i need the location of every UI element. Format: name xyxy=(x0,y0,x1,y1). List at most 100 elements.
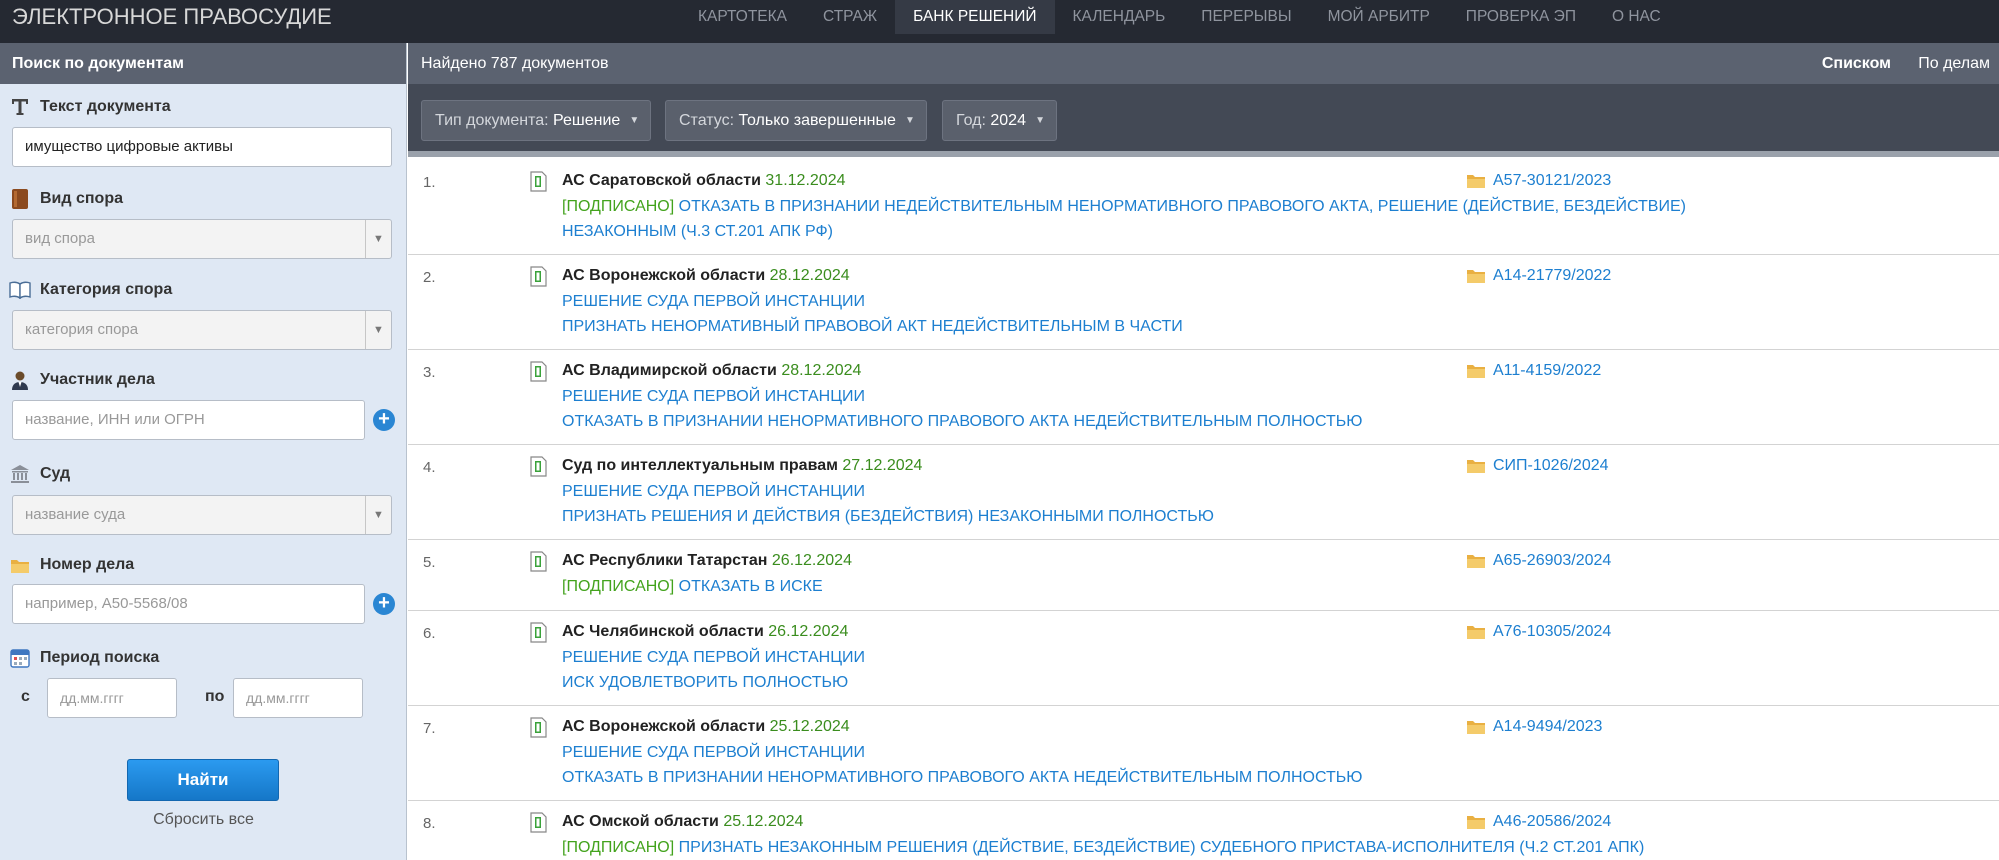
document-icon[interactable] xyxy=(530,361,547,382)
dispute-type-select[interactable]: вид спора ▼ xyxy=(12,219,392,259)
view-by-cases-toggle[interactable]: По делам xyxy=(1918,43,1990,84)
decision-line-1: ОТКАЗАТЬ В ИСКЕ xyxy=(678,578,823,595)
year-label: Год: xyxy=(956,112,986,129)
year-filter[interactable]: Год: 2024 ▼ xyxy=(942,100,1057,141)
court-name[interactable]: АС Республики Татарстан 26.12.2024 xyxy=(562,552,852,570)
case-number-link[interactable]: А65-26903/2024 xyxy=(1493,552,1611,570)
signed-badge: [ПОДПИСАНО] xyxy=(562,198,675,215)
participant-input[interactable]: название, ИНН или ОГРН xyxy=(12,400,365,440)
document-icon[interactable] xyxy=(530,717,547,738)
decision-line-2[interactable]: ОТКАЗАТЬ В ПРИЗНАНИИ НЕНОРМАТИВНОГО ПРАВ… xyxy=(562,413,1362,431)
results-panel: Найдено 787 документов Списком По делам … xyxy=(408,43,1999,860)
decision-line-2[interactable]: ПРИЗНАТЬ РЕШЕНИЯ И ДЕЙСТВИЯ (БЕЗДЕЙСТВИЯ… xyxy=(562,508,1214,526)
decision-title-link[interactable]: РЕШЕНИЕ СУДА ПЕРВОЙ ИНСТАНЦИИ xyxy=(562,744,865,762)
nav-item-strazh[interactable]: СТРАЖ xyxy=(805,0,895,34)
chevron-down-icon[interactable]: ▼ xyxy=(365,311,391,349)
court-select[interactable]: название суда ▼ xyxy=(12,495,392,535)
case-number-link[interactable]: А76-10305/2024 xyxy=(1493,623,1611,641)
decision-title-link[interactable]: РЕШЕНИЕ СУДА ПЕРВОЙ ИНСТАНЦИИ xyxy=(562,388,865,406)
court-name-text: АС Саратовской области xyxy=(562,172,761,189)
chevron-down-icon[interactable]: ▼ xyxy=(365,220,391,258)
result-number: 7. xyxy=(423,720,436,737)
decision-line-1: РЕШЕНИЕ СУДА ПЕРВОЙ ИНСТАНЦИИ xyxy=(562,744,866,761)
decision-line-1: РЕШЕНИЕ СУДА ПЕРВОЙ ИНСТАНЦИИ xyxy=(562,483,866,500)
add-case-plus-icon[interactable]: + xyxy=(373,593,395,615)
court-name[interactable]: АС Воронежской области 28.12.2024 xyxy=(562,267,850,285)
decision-line-1: РЕШЕНИЕ СУДА ПЕРВОЙ ИНСТАНЦИИ xyxy=(562,649,866,666)
category-select[interactable]: категория спора ▼ xyxy=(12,310,392,350)
date-from-input[interactable]: дд.мм.гггг xyxy=(47,678,177,718)
result-number: 2. xyxy=(423,269,436,286)
nav-item-about[interactable]: О НАС xyxy=(1594,0,1679,34)
case-number-link[interactable]: А46-20586/2024 xyxy=(1493,813,1611,831)
category-label: Категория спора xyxy=(40,281,173,298)
date-to-label: по xyxy=(205,688,225,705)
decision-line-1: РЕШЕНИЕ СУДА ПЕРВОЙ ИНСТАНЦИИ xyxy=(562,388,866,405)
chevron-down-icon[interactable]: ▼ xyxy=(365,496,391,534)
decision-line-2[interactable]: ПРИЗНАТЬ НЕНОРМАТИВНЫЙ ПРАВОВОЙ АКТ НЕДЕ… xyxy=(562,318,1183,336)
decision-title-link[interactable]: [ПОДПИСАНО] ОТКАЗАТЬ В ИСКЕ xyxy=(562,578,823,596)
document-icon[interactable] xyxy=(530,812,547,833)
court-name-text: АС Республики Татарстан xyxy=(562,552,768,569)
find-button[interactable]: Найти xyxy=(127,759,279,801)
status-filter[interactable]: Статус: Только завершенные ▼ xyxy=(665,100,927,141)
doc-type-filter[interactable]: Тип документа: Решение ▼ xyxy=(421,100,652,141)
text-label: Текст документа xyxy=(40,98,171,115)
add-participant-plus-icon[interactable]: + xyxy=(373,409,395,431)
nav-item-bank-resheniy[interactable]: БАНК РЕШЕНИЙ xyxy=(895,0,1055,34)
document-icon[interactable] xyxy=(530,266,547,287)
participant-label-row: Участник дела xyxy=(9,369,155,391)
result-row: 7. АС Воронежской области 25.12.2024 РЕШЕН… xyxy=(408,706,1999,801)
reset-all-link[interactable]: Сбросить все xyxy=(0,811,407,829)
court-name-text: АС Воронежской области xyxy=(562,267,766,284)
court-name[interactable]: АС Саратовской области 31.12.2024 xyxy=(562,172,845,190)
status-label: Статус: xyxy=(679,112,735,129)
document-text-input[interactable]: имущество цифровые активы xyxy=(12,127,392,167)
decision-line-2[interactable]: ОТКАЗАТЬ В ПРИЗНАНИИ НЕНОРМАТИВНОГО ПРАВ… xyxy=(562,769,1362,787)
document-icon[interactable] xyxy=(530,622,547,643)
decision-line-1: ОТКАЗАТЬ В ПРИЗНАНИИ НЕДЕЙСТВИТЕЛЬНЫМ НЕ… xyxy=(678,198,1686,215)
signed-badge: [ПОДПИСАНО] xyxy=(562,578,675,595)
results-header: Найдено 787 документов Списком По делам xyxy=(408,43,1999,84)
court-name[interactable]: Суд по интеллектуальным правам 27.12.202… xyxy=(562,457,922,475)
case-number-link[interactable]: А57-30121/2023 xyxy=(1493,172,1611,190)
decision-date: 25.12.2024 xyxy=(769,718,850,735)
decision-title-link[interactable]: РЕШЕНИЕ СУДА ПЕРВОЙ ИНСТАНЦИИ xyxy=(562,483,865,501)
result-row: 5. АС Республики Татарстан 26.12.2024 [ПОД… xyxy=(408,540,1999,611)
decision-line-2[interactable]: НЕЗАКОННЫМ (Ч.3 СТ.201 АПК РФ) xyxy=(562,223,833,241)
nav-item-breaks[interactable]: ПЕРЕРЫВЫ xyxy=(1183,0,1309,34)
chevron-down-icon: ▼ xyxy=(1035,115,1045,126)
nav-item-my-arbitr[interactable]: МОЙ АРБИТР xyxy=(1310,0,1448,34)
date-to-input[interactable]: дд.мм.гггг xyxy=(233,678,363,718)
results-list: 1. АС Саратовской области 31.12.2024 [ПОДП… xyxy=(408,160,1999,860)
court-name[interactable]: АС Воронежской области 25.12.2024 xyxy=(562,718,850,736)
decision-title-link[interactable]: [ПОДПИСАНО] ПРИЗНАТЬ НЕЗАКОННЫМ РЕШЕНИЯ … xyxy=(562,839,1644,857)
document-icon[interactable] xyxy=(530,456,547,477)
document-icon[interactable] xyxy=(530,551,547,572)
decision-title-link[interactable]: [ПОДПИСАНО] ОТКАЗАТЬ В ПРИЗНАНИИ НЕДЕЙСТ… xyxy=(562,198,1686,216)
decision-title-link[interactable]: РЕШЕНИЕ СУДА ПЕРВОЙ ИНСТАНЦИИ xyxy=(562,293,865,311)
court-name[interactable]: АС Челябинской области 26.12.2024 xyxy=(562,623,848,641)
site-logo[interactable]: ЭЛЕКТРОННОЕ ПРАВОСУДИЕ xyxy=(12,4,332,30)
decision-line-1: ПРИЗНАТЬ НЕЗАКОННЫМ РЕШЕНИЯ (ДЕЙСТВИЕ, Б… xyxy=(678,839,1645,856)
view-list-toggle[interactable]: Списком xyxy=(1822,43,1891,84)
court-name[interactable]: АС Омской области 25.12.2024 xyxy=(562,813,803,831)
court-name[interactable]: АС Владимирской области 28.12.2024 xyxy=(562,362,861,380)
case-number-input[interactable]: например, А50-5568/08 xyxy=(12,584,365,624)
decision-date: 31.12.2024 xyxy=(765,172,846,189)
case-number-link[interactable]: А11-4159/2022 xyxy=(1493,362,1601,380)
case-number-link[interactable]: А14-9494/2023 xyxy=(1493,718,1602,736)
period-label-row: Период поиска xyxy=(9,647,159,669)
decision-title-link[interactable]: РЕШЕНИЕ СУДА ПЕРВОЙ ИНСТАНЦИИ xyxy=(562,649,865,667)
case-number-link[interactable]: А14-21779/2022 xyxy=(1493,267,1611,285)
decision-line-2[interactable]: ИСК УДОВЛЕТВОРИТЬ ПОЛНОСТЬЮ xyxy=(562,674,848,692)
nav-item-signature-check[interactable]: ПРОВЕРКА ЭП xyxy=(1448,0,1594,34)
nav-item-calendar[interactable]: КАЛЕНДАРЬ xyxy=(1055,0,1184,34)
nav-item-kartoteka[interactable]: КАРТОТЕКА xyxy=(680,0,805,34)
result-number: 3. xyxy=(423,364,436,381)
status-value: Только завершенные xyxy=(738,112,896,129)
case-number-link[interactable]: СИП-1026/2024 xyxy=(1493,457,1609,475)
decision-line-1: РЕШЕНИЕ СУДА ПЕРВОЙ ИНСТАНЦИИ xyxy=(562,293,866,310)
document-icon[interactable] xyxy=(530,171,547,192)
result-number: 5. xyxy=(423,554,436,571)
